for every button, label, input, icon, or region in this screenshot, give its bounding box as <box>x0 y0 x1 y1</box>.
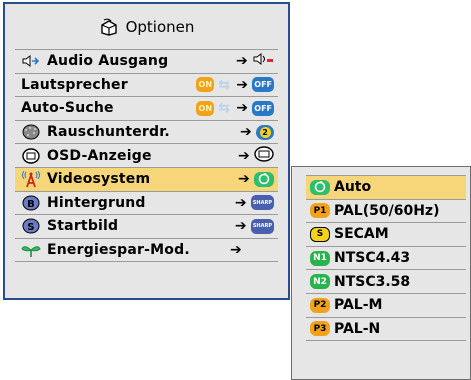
antenna-icon <box>21 170 41 188</box>
submenu-item-ntsc358[interactable]: N2 NTSC3.58 <box>306 270 466 294</box>
s-badge: S <box>310 226 330 242</box>
n2-badge: N2 <box>310 274 330 290</box>
arrow-right-icon: ➔ <box>238 171 250 188</box>
noise-level-badge: 2 <box>256 124 274 140</box>
options-menu: Optionen Audio Ausgang ➔ Lautsprecher ON… <box>3 2 290 300</box>
menu-item-rauschunterdr[interactable]: Rauschunterdr. ➔ 2 <box>15 121 278 145</box>
b-icon: B <box>21 195 41 211</box>
arrow-right-icon: ➔ <box>240 124 252 141</box>
menu-list: Audio Ausgang ➔ Lautsprecher ON ⇆ ➔ OFF … <box>15 49 278 263</box>
menu-item-energiespar-mod[interactable]: Energiespar-Mod. ➔ <box>15 239 278 263</box>
menu-item-label: Startbild <box>47 218 119 235</box>
arrow-right-icon: ➔ <box>238 147 250 164</box>
speaker-out-icon <box>21 53 41 69</box>
menu-item-value: ➔ 2 <box>238 121 274 144</box>
submenu-list: Auto P1 PAL(50/60Hz) S SECAM N1 NTSC4.43… <box>306 175 466 342</box>
speaker-value-icon <box>252 52 274 70</box>
s-icon: S <box>21 218 41 234</box>
menu-item-label: OSD-Anzeige <box>47 147 152 164</box>
osd-icon <box>21 147 41 164</box>
p1-badge: P1 <box>310 203 330 219</box>
menu-item-label: Videosystem <box>47 171 151 188</box>
sharp-logo-icon: SHARP <box>250 218 274 234</box>
off-pill: OFF <box>252 100 274 116</box>
submenu-item-auto[interactable]: Auto <box>306 176 466 200</box>
osd-value-icon <box>254 145 274 166</box>
submenu-item-label: SECAM <box>334 226 389 243</box>
videosystem-submenu: Auto P1 PAL(50/60Hz) S SECAM N1 NTSC4.43… <box>291 166 471 380</box>
swap-arrow-icon: ⇆ <box>218 100 231 117</box>
menu-item-osd-anzeige[interactable]: OSD-Anzeige ➔ <box>15 144 278 168</box>
arrow-right-icon: ➔ <box>236 76 249 93</box>
submenu-item-pal-50-60[interactable]: P1 PAL(50/60Hz) <box>306 200 466 224</box>
submenu-item-label: PAL-M <box>334 297 383 314</box>
auto-icon <box>310 179 330 195</box>
menu-item-label: Energiespar-Mod. <box>47 242 190 259</box>
options-box-icon <box>99 18 119 36</box>
menu-title-text: Optionen <box>125 18 195 36</box>
leaf-icon <box>21 242 41 258</box>
menu-item-value: ➔ <box>236 168 274 191</box>
menu-item-value: ➔ <box>228 239 244 262</box>
menu-item-value: ➔ SHARP <box>233 215 274 238</box>
submenu-item-pal-m[interactable]: P2 PAL-M <box>306 294 466 318</box>
n1-badge: N1 <box>310 250 330 266</box>
menu-item-auto-suche[interactable]: Auto-Suche ON ⇆ ➔ OFF <box>15 97 278 121</box>
p3-badge: P3 <box>310 321 330 337</box>
submenu-item-label: Auto <box>334 179 372 196</box>
submenu-item-label: PAL(50/60Hz) <box>334 202 440 219</box>
submenu-item-pal-n[interactable]: P3 PAL-N <box>306 318 466 342</box>
menu-item-hintergrund[interactable]: B Hintergrund ➔ SHARP <box>15 192 278 216</box>
menu-item-videosystem[interactable]: Videosystem ➔ <box>15 167 278 192</box>
arrow-right-icon: ➔ <box>236 53 248 70</box>
menu-item-label: Hintergrund <box>47 194 146 211</box>
arrow-right-icon: ➔ <box>234 218 247 235</box>
menu-item-value: ON ⇆ ➔ OFF <box>196 74 274 97</box>
svg-text:S: S <box>27 222 34 233</box>
menu-item-value: ➔ <box>234 50 274 73</box>
submenu-item-label: NTSC4.43 <box>334 250 411 267</box>
menu-item-label: Lautsprecher <box>21 76 128 93</box>
submenu-item-label: PAL-N <box>334 320 381 337</box>
menu-item-value: ➔ SHARP <box>233 192 274 215</box>
arrow-right-icon: ➔ <box>230 242 242 259</box>
submenu-item-secam[interactable]: S SECAM <box>306 223 466 247</box>
menu-item-label: Auto-Suche <box>21 100 114 117</box>
sharp-logo-icon: SHARP <box>250 195 274 211</box>
off-pill: OFF <box>252 77 274 93</box>
on-pill: ON <box>196 100 215 116</box>
noise-icon <box>21 124 41 140</box>
on-pill: ON <box>196 77 215 93</box>
arrow-right-icon: ➔ <box>234 194 247 211</box>
auto-icon <box>254 171 274 187</box>
menu-item-value: ➔ <box>236 144 274 167</box>
menu-item-label: Audio Ausgang <box>47 53 169 70</box>
menu-item-lautsprecher[interactable]: Lautsprecher ON ⇆ ➔ OFF <box>15 74 278 98</box>
menu-title: Optionen <box>5 12 288 42</box>
p2-badge: P2 <box>310 297 330 313</box>
menu-item-value: ON ⇆ ➔ OFF <box>196 97 274 120</box>
submenu-item-label: NTSC3.58 <box>334 273 411 290</box>
swap-arrow-icon: ⇆ <box>218 76 231 93</box>
submenu-item-ntsc443[interactable]: N1 NTSC4.43 <box>306 247 466 271</box>
menu-item-audio-ausgang[interactable]: Audio Ausgang ➔ <box>15 50 278 74</box>
svg-text:B: B <box>27 199 35 210</box>
arrow-right-icon: ➔ <box>236 100 249 117</box>
menu-item-label: Rauschunterdr. <box>47 124 170 141</box>
menu-item-startbild[interactable]: S Startbild ➔ SHARP <box>15 215 278 239</box>
